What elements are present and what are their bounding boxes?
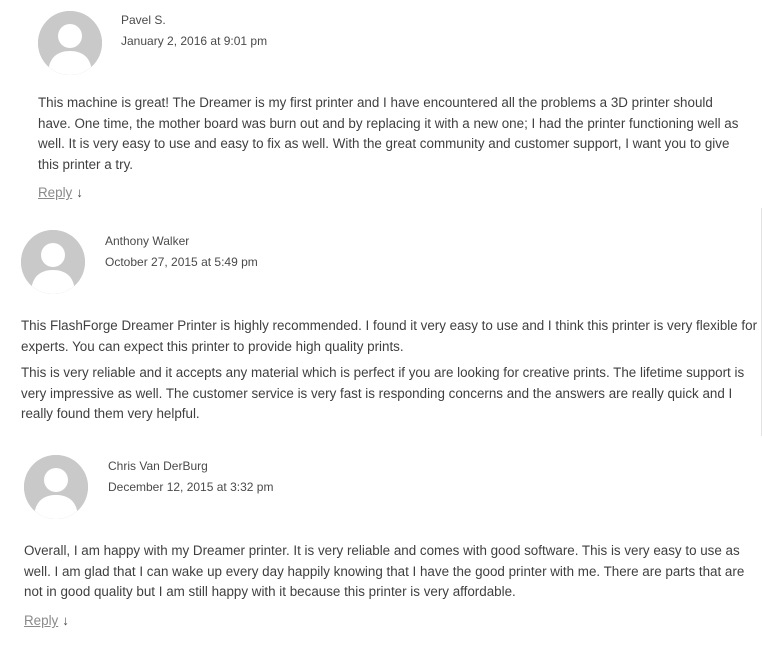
- comment-body: This FlashForge Dreamer Printer is highl…: [21, 316, 761, 431]
- avatar: [38, 11, 102, 75]
- comment-paragraph: This machine is great! The Dreamer is my…: [38, 95, 739, 172]
- comment-date[interactable]: October 27, 2015 at 5:49 pm: [105, 255, 258, 269]
- comment-date[interactable]: December 12, 2015 at 3:32 pm: [108, 480, 273, 494]
- default-avatar-icon: [21, 230, 85, 294]
- comment-paragraph: This FlashForge Dreamer Printer is highl…: [21, 318, 758, 354]
- down-arrow-icon: ↓: [76, 185, 83, 200]
- comment-body: This machine is great! The Dreamer is my…: [38, 93, 744, 181]
- reply-link[interactable]: Reply ↓: [24, 613, 69, 628]
- comment-author[interactable]: Pavel S.: [121, 13, 166, 27]
- avatar: [24, 455, 88, 519]
- comment-paragraph: Overall, I am happy with my Dreamer prin…: [24, 543, 745, 599]
- down-arrow-icon: ↓: [62, 613, 69, 628]
- comment-author[interactable]: Chris Van DerBurg: [108, 459, 208, 473]
- reply-label[interactable]: Reply: [38, 185, 72, 200]
- avatar: [21, 230, 85, 294]
- comment-paragraph: This is very reliable and it accepts any…: [21, 365, 745, 421]
- comment-date[interactable]: January 2, 2016 at 9:01 pm: [121, 34, 267, 48]
- default-avatar-icon: [24, 455, 88, 519]
- comment-body: Overall, I am happy with my Dreamer prin…: [24, 541, 760, 609]
- default-avatar-icon: [38, 11, 102, 75]
- reply-link[interactable]: Reply ↓: [38, 185, 83, 200]
- comment-author[interactable]: Anthony Walker: [105, 234, 189, 248]
- reply-label[interactable]: Reply: [24, 613, 58, 628]
- comments-list: Pavel S. January 2, 2016 at 9:01 pm This…: [0, 0, 762, 645]
